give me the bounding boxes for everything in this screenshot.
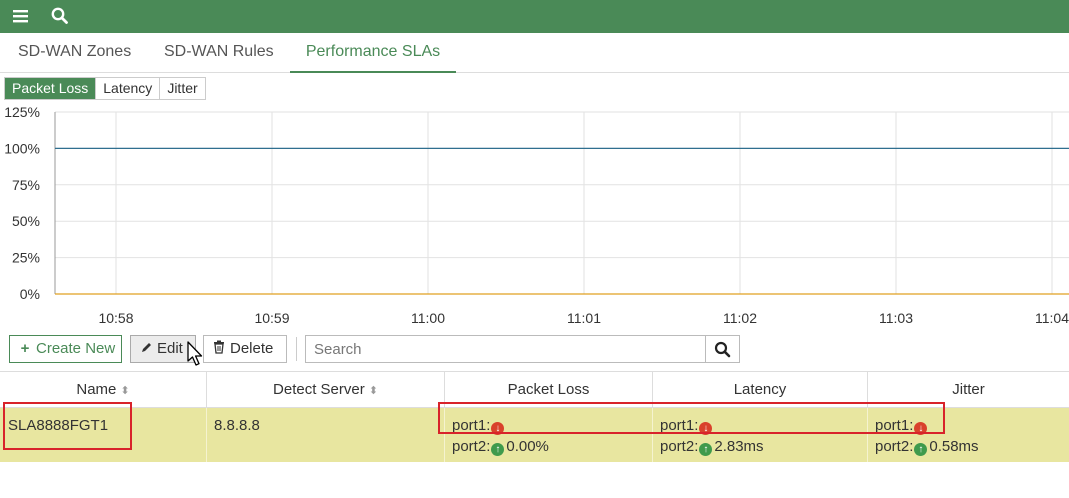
sla-name: SLA8888FGT1 — [8, 417, 109, 434]
tab-sd-wan-zones[interactable]: SD-WAN Zones — [18, 33, 131, 73]
pencil-icon — [139, 336, 153, 362]
arrow-up-icon: ↑ — [491, 443, 505, 456]
y-tick-label: 100% — [4, 140, 40, 156]
jitter-port1: port1: ↓ — [875, 417, 929, 435]
y-tick-label: 75% — [12, 177, 40, 193]
cell-packet-loss: port1: ↓ port2: ↑ 0.00% — [445, 408, 653, 462]
subtab-jitter[interactable]: Jitter — [160, 78, 205, 99]
y-tick-label: 0% — [20, 286, 40, 302]
subtab-packet-loss[interactable]: Packet Loss — [5, 78, 97, 99]
tab-performance-slas[interactable]: Performance SLAs — [290, 33, 456, 73]
x-tick-label: 11:03 — [879, 310, 913, 326]
metric-tabs: Packet Loss Latency Jitter — [4, 77, 206, 100]
delete-label: Delete — [230, 340, 274, 357]
packet-loss-port2: port2: ↑ 0.00% — [452, 438, 549, 456]
packet-loss-port1: port1: ↓ — [452, 417, 506, 435]
latency-port1: port1: ↓ — [660, 417, 714, 435]
edit-label: Edit — [157, 340, 183, 357]
y-tick-label: 50% — [12, 213, 40, 229]
search-button[interactable] — [706, 335, 740, 363]
plus-icon: + — [20, 340, 30, 357]
packet-loss-chart: 125% 100% 75% 50% 25% 0% 10:58 10:59 11:00 11:01 1… — [4, 104, 1069, 326]
column-header-detect-server[interactable]: Detect Server ⬍ — [207, 372, 445, 408]
column-header-name[interactable]: Name ⬍ — [0, 372, 207, 408]
mouse-cursor-icon — [187, 341, 203, 366]
cell-jitter: port1: ↓ port2: ↑ 0.58ms — [868, 408, 1069, 462]
x-tick-label: 10:59 — [254, 310, 289, 326]
latency-port2: port2: ↑ 2.83ms — [660, 438, 764, 456]
main-tabs: SD-WAN Zones SD-WAN Rules Performance SL… — [0, 33, 1069, 73]
sort-icon: ⬍ — [120, 385, 130, 397]
toolbar-divider — [296, 337, 297, 361]
arrow-down-icon: ↓ — [491, 422, 505, 435]
x-tick-label: 11:02 — [723, 310, 757, 326]
x-tick-label: 10:58 — [98, 310, 133, 326]
column-name-label: Name — [76, 381, 117, 398]
top-bar — [0, 0, 1069, 33]
arrow-down-icon: ↓ — [914, 422, 928, 435]
search-input[interactable] — [305, 335, 706, 363]
y-tick-label: 125% — [4, 104, 40, 120]
table-row[interactable]: SLA8888FGT1 8.8.8.8 port1: ↓ port2: ↑ 0.00%… — [0, 408, 1069, 462]
column-header-latency[interactable]: Latency — [653, 372, 868, 408]
y-tick-label: 25% — [12, 250, 40, 266]
search-icon — [714, 341, 731, 358]
x-tick-label: 11:00 — [411, 310, 445, 326]
subtab-latency[interactable]: Latency — [96, 78, 161, 99]
hamburger-menu-icon[interactable] — [9, 5, 33, 27]
x-tick-label: 11:01 — [567, 310, 601, 326]
trash-icon — [212, 336, 226, 362]
detect-server-value: 8.8.8.8 — [214, 417, 260, 434]
tab-sd-wan-rules[interactable]: SD-WAN Rules — [164, 33, 274, 73]
column-detect-server-label: Detect Server — [273, 381, 365, 398]
search-icon[interactable] — [48, 5, 72, 27]
jitter-port2: port2: ↑ 0.58ms — [875, 438, 979, 456]
cell-detect-server: 8.8.8.8 — [207, 408, 445, 462]
table-header: Name ⬍ Detect Server ⬍ Packet Loss Latency… — [0, 371, 1069, 408]
cell-name: SLA8888FGT1 — [0, 408, 207, 462]
x-tick-label: 11:04 — [1035, 310, 1069, 326]
arrow-up-icon: ↑ — [914, 443, 928, 456]
sort-icon: ⬍ — [368, 385, 378, 397]
create-new-button[interactable]: + Create New — [9, 335, 122, 363]
arrow-up-icon: ↑ — [699, 443, 713, 456]
cell-latency: port1: ↓ port2: ↑ 2.83ms — [653, 408, 868, 462]
arrow-down-icon: ↓ — [699, 422, 713, 435]
column-header-jitter[interactable]: Jitter — [868, 372, 1069, 408]
delete-button[interactable]: Delete — [203, 335, 287, 363]
create-new-label: Create New — [36, 340, 116, 357]
column-header-packet-loss[interactable]: Packet Loss — [445, 372, 653, 408]
